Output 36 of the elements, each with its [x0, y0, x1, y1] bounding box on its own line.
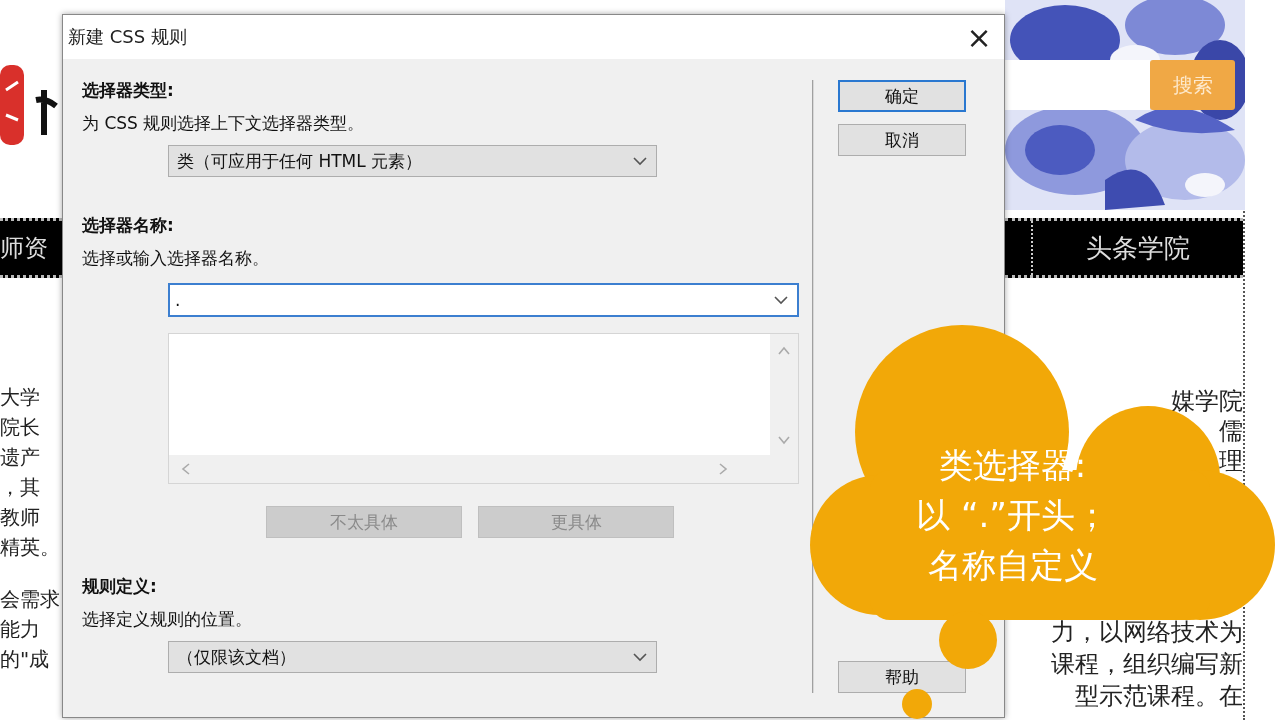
section-description: 选择定义规则的位置。: [82, 609, 253, 629]
search-field[interactable]: [1005, 60, 1150, 110]
section-heading: 选择器名称:: [82, 215, 175, 235]
body-text: ，其: [0, 474, 41, 501]
body-text: 会需求: [0, 586, 61, 613]
cancel-button[interactable]: 取消: [838, 124, 966, 156]
section-description: 为 CSS 规则选择上下文选择器类型。: [82, 113, 366, 133]
selector-list[interactable]: [168, 333, 799, 484]
callout-text: 名称自定义: [927, 544, 1098, 587]
ok-button[interactable]: 确定: [838, 80, 966, 112]
chevron-down-icon: [632, 652, 648, 662]
body-text: 媒学院: [1171, 386, 1243, 416]
body-text: 理: [1219, 446, 1243, 476]
body-text: 院长: [0, 414, 41, 441]
dropdown[interactable]: 类（可应用于任何 HTML 元素）: [168, 145, 657, 177]
callout-text: 以 “.”开头；: [916, 494, 1109, 537]
body-text: 遗产: [0, 444, 41, 471]
body-text: 课程，组织编写新: [1051, 649, 1243, 680]
body-text: 能力: [0, 616, 41, 643]
dropdown[interactable]: （仅限该文档）: [168, 641, 657, 673]
body-text: 的"成: [0, 646, 51, 673]
section-description: 选择或输入选择器名称。: [82, 248, 270, 268]
chevron-down-icon: [632, 156, 648, 166]
body-text: 力，以网络技术为: [1051, 617, 1243, 648]
selector-name-field[interactable]: .: [168, 283, 799, 317]
section-heading: 选择器类型:: [82, 80, 175, 100]
close-button[interactable]: ×: [957, 15, 1001, 59]
section-heading: 规则定义:: [82, 576, 158, 596]
window-title: 新建 CSS 规则: [68, 25, 187, 49]
chevron-down-icon: [773, 295, 789, 305]
body-text: 大学: [0, 384, 41, 411]
body-text: 儒: [1219, 416, 1243, 446]
help-button[interactable]: 帮助: [838, 661, 966, 693]
body-text: 精英。: [0, 534, 61, 561]
body-text: 型示范课程。在: [1075, 681, 1243, 712]
body-text: 教师: [0, 504, 41, 531]
